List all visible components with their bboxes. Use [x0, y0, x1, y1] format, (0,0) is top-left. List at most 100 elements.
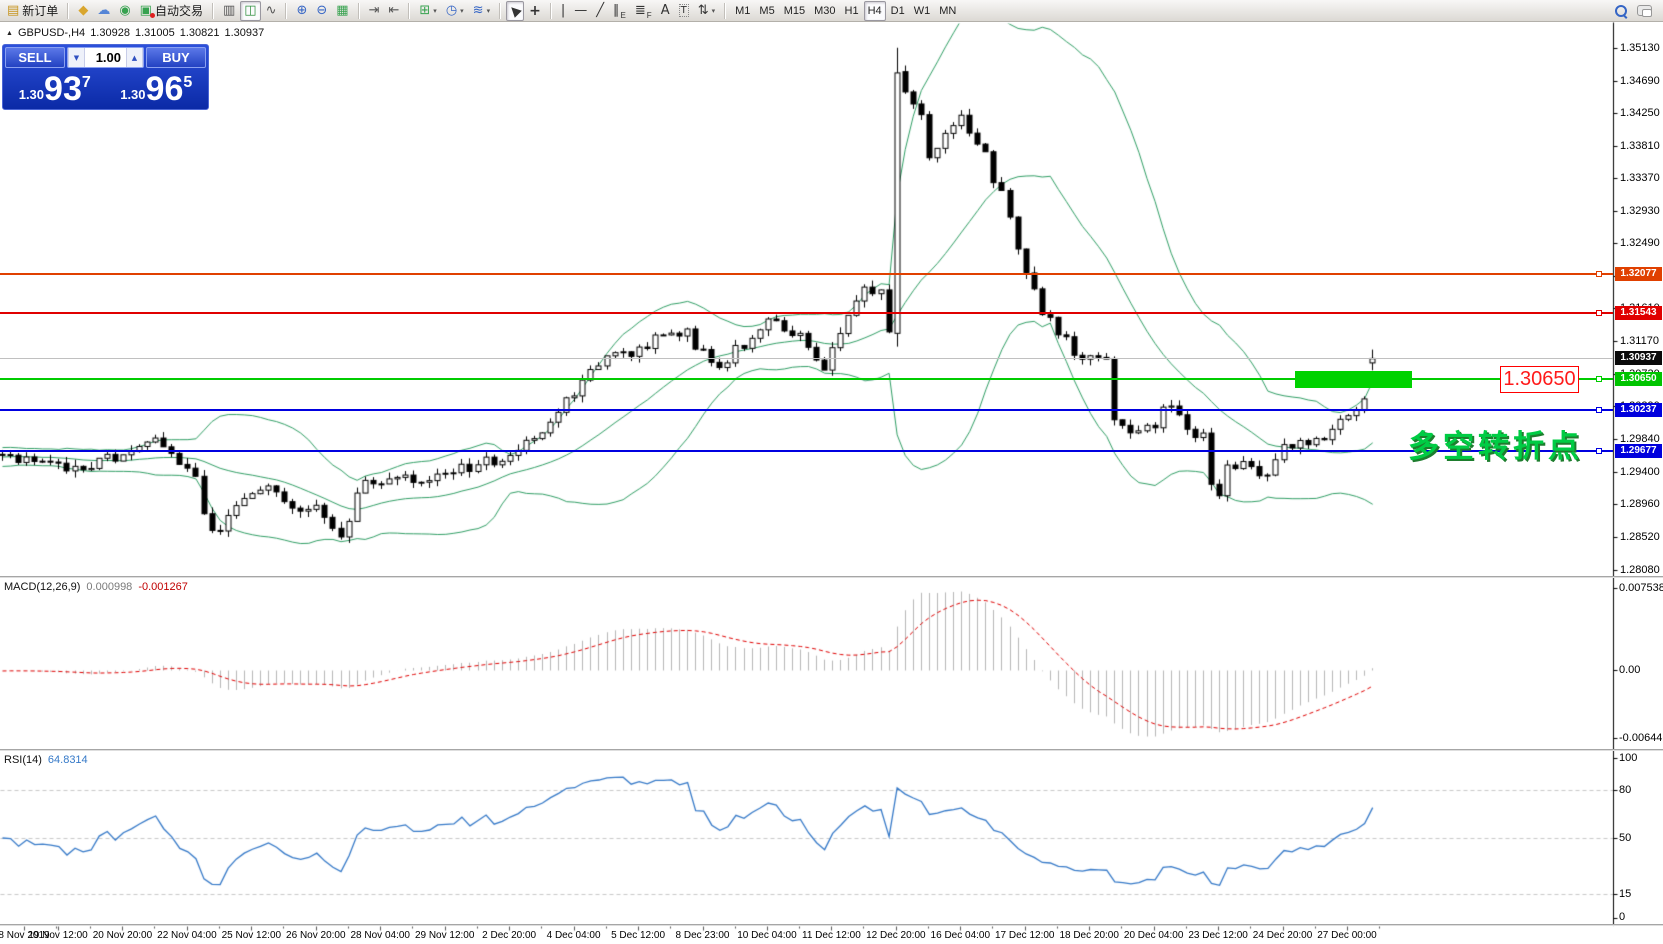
periods-icon-caret: ▾ — [460, 7, 464, 15]
candlestick-chart-icon: ◫ — [244, 3, 256, 19]
signals-icon: ◉ — [119, 3, 130, 19]
periods-icon[interactable]: ◷▾ — [442, 1, 468, 21]
toolbar-separator — [408, 3, 410, 19]
horizontal-line-icon[interactable]: — — [570, 1, 591, 21]
chart-canvas[interactable] — [0, 0, 1663, 944]
search-icon[interactable] — [1615, 5, 1627, 17]
arrows-icon[interactable]: ⇅▾ — [694, 1, 719, 21]
timeframe-mn[interactable]: MN — [935, 1, 960, 21]
timeframe-m30[interactable]: M30 — [810, 1, 839, 21]
symbol-period-label: GBPUSD-,H4 — [18, 27, 85, 39]
market-icon[interactable]: ◆ — [74, 1, 92, 21]
tile-windows-icon[interactable]: ▦ — [332, 1, 352, 21]
trendline-icon[interactable]: ╱ — [592, 1, 608, 21]
resistance-line-upper[interactable] — [0, 273, 1613, 275]
chat-icon[interactable] — [1637, 5, 1652, 16]
periods-icon: ◷ — [446, 3, 457, 19]
chart-shift-icon[interactable]: ⇤ — [384, 1, 403, 21]
sell-price-base: 1.30 — [19, 87, 44, 102]
line-chart-icon[interactable]: ∿ — [262, 1, 281, 21]
volume-decrease-button[interactable]: ▼ — [68, 48, 85, 67]
sell-price[interactable]: 1.30 93 7 — [5, 70, 105, 107]
volume-increase-button[interactable]: ▲ — [126, 48, 143, 67]
vertical-line-icon[interactable]: | — [557, 1, 569, 21]
time-axis-label: 2 Dec 20:00 — [482, 930, 536, 941]
sell-button[interactable]: SELL — [5, 47, 65, 68]
macd-name: MACD(12,26,9) — [4, 581, 80, 593]
cursor-icon[interactable]: ▲ — [506, 1, 524, 21]
highlight-rectangle[interactable] — [1295, 371, 1412, 388]
toolbar-separator — [724, 3, 726, 19]
buy-price[interactable]: 1.30 96 5 — [107, 70, 207, 107]
new-order-button: ▤ — [7, 3, 19, 19]
fibonacci-icon-sub: F — [647, 11, 652, 20]
timeframe-d1[interactable]: D1 — [887, 1, 909, 21]
rsi-value: 64.8314 — [48, 754, 88, 766]
resistance-line-lower[interactable] — [0, 312, 1613, 314]
buy-button[interactable]: BUY — [146, 47, 206, 68]
resistance-line-upper-handle[interactable] — [1596, 271, 1602, 277]
support-line-upper-handle[interactable] — [1596, 407, 1602, 413]
text-label-icon: T — [679, 4, 689, 17]
text-icon[interactable]: A — [657, 1, 674, 21]
breakout-level-line-handle[interactable] — [1596, 376, 1602, 382]
vertical-line-icon: | — [561, 3, 565, 19]
chart-shift-icon: ⇤ — [388, 3, 399, 19]
community-icon[interactable]: ☁ — [93, 1, 114, 21]
timeframe-w1[interactable]: W1 — [910, 1, 935, 21]
bar-chart-icon[interactable]: ▥ — [219, 1, 239, 21]
turning-point-annotation[interactable]: 多空转折点 — [1408, 421, 1583, 466]
timeframe-m1[interactable]: M1 — [731, 1, 754, 21]
toolbar-separator — [358, 3, 360, 19]
rsi-axis-80: 80 — [1619, 784, 1631, 796]
time-axis-label: 20 Nov 20:00 — [93, 930, 153, 941]
crosshair-icon[interactable]: + — [525, 1, 545, 21]
autotrade-button[interactable]: ▣自动交易 — [136, 1, 207, 21]
time-axis-label: 22 Nov 04:00 — [157, 930, 217, 941]
auto-scroll-icon[interactable]: ⇥ — [365, 1, 384, 21]
volume-input[interactable]: 1.00 — [85, 48, 126, 67]
text-label-icon[interactable]: T — [675, 1, 693, 21]
support-line-upper[interactable] — [0, 409, 1613, 411]
indicators-icon[interactable]: ≋▾ — [469, 1, 494, 21]
price-tag-1.30650: 1.30650 — [1615, 372, 1662, 386]
price-axis-tick-label: 1.31170 — [1620, 335, 1659, 347]
open-value: 1.30928 — [90, 27, 130, 39]
time-axis-label: 19 Nov 12:00 — [28, 930, 88, 941]
toolbar-separator — [499, 3, 501, 19]
timeframe-m5[interactable]: M5 — [755, 1, 778, 21]
close-value: 1.30937 — [224, 27, 264, 39]
signals-icon[interactable]: ◉ — [115, 1, 134, 21]
time-axis-label: 18 Dec 20:00 — [1059, 930, 1119, 941]
timeframe-h4[interactable]: H4 — [864, 1, 886, 21]
zoom-in-icon[interactable]: ⊕ — [292, 1, 311, 21]
community-icon: ☁ — [97, 3, 110, 19]
timeframe-h1[interactable]: H1 — [841, 1, 863, 21]
price-callout[interactable]: 1.30650 — [1500, 366, 1579, 393]
price-tag-1.32077: 1.32077 — [1615, 267, 1662, 281]
channel-icon-sub: E — [621, 11, 626, 20]
new-template-icon[interactable]: ⊞▾ — [415, 1, 440, 21]
collapse-triangle-icon[interactable]: ▲ — [6, 30, 13, 37]
zoom-in-icon: ⊕ — [296, 3, 307, 19]
arrows-icon-caret: ▾ — [712, 7, 716, 15]
market-icon: ◆ — [78, 3, 88, 19]
timeframe-m15[interactable]: M15 — [780, 1, 809, 21]
support-line-lower[interactable] — [0, 450, 1613, 452]
text-icon: A — [661, 3, 670, 19]
new-order-button-label: 新订单 — [22, 2, 58, 19]
channel-icon[interactable]: ∥E — [609, 1, 630, 21]
resistance-line-lower-handle[interactable] — [1596, 310, 1602, 316]
candlestick-chart-icon[interactable]: ◫ — [240, 1, 260, 21]
toolbar-right-group — [1615, 5, 1660, 17]
zoom-out-icon[interactable]: ⊖ — [312, 1, 331, 21]
new-order-button[interactable]: ▤新订单 — [3, 1, 62, 21]
rsi-pane-separator[interactable] — [0, 749, 1663, 751]
fibonacci-icon[interactable]: ≣F — [631, 1, 656, 21]
fibonacci-icon: ≣ — [635, 3, 646, 19]
buy-price-base: 1.30 — [120, 87, 145, 102]
sell-price-point: 7 — [82, 74, 91, 92]
indicators-icon: ≋ — [473, 3, 484, 19]
support-line-lower-handle[interactable] — [1596, 448, 1602, 454]
macd-pane-separator[interactable] — [0, 576, 1663, 578]
